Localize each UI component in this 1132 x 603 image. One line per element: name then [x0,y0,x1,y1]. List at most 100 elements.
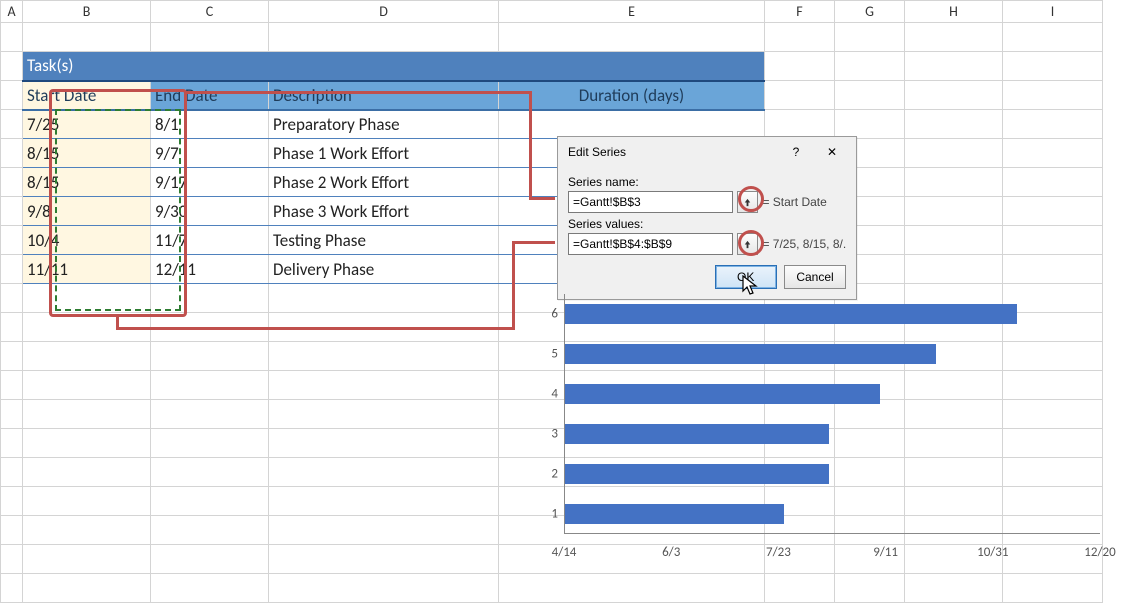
table-row[interactable]: Start DateEnd DateDescriptionDuration (d… [1,81,1103,110]
cell[interactable] [23,23,151,52]
cell[interactable] [1,284,23,313]
cell[interactable] [151,487,269,516]
cell[interactable] [905,52,1003,81]
cell[interactable] [1,81,23,110]
cell[interactable] [151,23,269,52]
cell[interactable] [1,458,23,487]
cell[interactable] [1,574,23,603]
cell[interactable]: End Date [151,81,269,110]
help-button[interactable]: ? [778,141,814,163]
cell[interactable] [905,139,1003,168]
cell[interactable] [1,313,23,342]
cell[interactable] [151,284,269,313]
cell[interactable]: 9/30 [151,197,269,226]
cell[interactable] [269,342,499,371]
cell[interactable] [151,371,269,400]
column-header-row[interactable]: A B C D E F G H I [1,1,1103,23]
cell[interactable]: 11/7 [151,226,269,255]
col-I[interactable]: I [1003,1,1103,23]
table-row[interactable]: Task(s) [1,52,1103,81]
cell[interactable]: 10/4 [23,226,151,255]
cell[interactable] [1003,168,1103,197]
col-C[interactable]: C [151,1,269,23]
cell[interactable]: 9/8 [23,197,151,226]
cell[interactable]: 9/17 [151,168,269,197]
cell[interactable] [905,574,1003,603]
col-A[interactable]: A [1,1,23,23]
table-row[interactable]: 8/159/17Phase 2 Work Effort [1,168,1103,197]
table-row[interactable]: 7/258/1Preparatory Phase [1,110,1103,139]
cell[interactable]: Delivery Phase [269,255,499,284]
cell[interactable] [269,400,499,429]
cell[interactable]: 8/15 [23,168,151,197]
cell[interactable] [1,139,23,168]
cell[interactable] [1003,139,1103,168]
table-row[interactable] [1,23,1103,52]
cell[interactable] [23,574,151,603]
cell[interactable] [269,313,499,342]
cell[interactable]: 12/11 [151,255,269,284]
cell[interactable] [269,284,499,313]
cell[interactable] [905,168,1003,197]
cell[interactable] [835,81,905,110]
cell[interactable] [1,545,23,574]
cell[interactable] [1003,52,1103,81]
table-row[interactable]: 8/159/7Phase 1 Work Effort [1,139,1103,168]
cell[interactable] [1,110,23,139]
cell[interactable] [1,197,23,226]
cell[interactable] [905,23,1003,52]
cell[interactable] [1,23,23,52]
cell[interactable]: 11/11 [23,255,151,284]
table-row[interactable] [1,574,1103,603]
cell[interactable] [1,168,23,197]
col-F[interactable]: F [765,1,835,23]
cell[interactable] [151,342,269,371]
col-G[interactable]: G [835,1,905,23]
cell[interactable] [765,574,835,603]
cell[interactable] [905,81,1003,110]
cell[interactable] [269,487,499,516]
cell[interactable]: 7/25 [23,110,151,139]
cell[interactable] [1003,81,1103,110]
dialog-titlebar[interactable]: Edit Series ? ✕ [558,137,856,167]
cell[interactable]: Phase 3 Work Effort [269,197,499,226]
cell[interactable] [1,342,23,371]
col-B[interactable]: B [23,1,151,23]
cell[interactable] [23,400,151,429]
cell[interactable] [23,487,151,516]
cell[interactable] [269,574,499,603]
cell[interactable] [1,226,23,255]
cell[interactable] [835,574,905,603]
cell[interactable] [905,255,1003,284]
cell[interactable] [23,342,151,371]
cell[interactable] [151,545,269,574]
cell[interactable] [269,458,499,487]
collapse-selector-button[interactable] [737,233,758,255]
cell[interactable] [269,516,499,545]
cell[interactable] [23,545,151,574]
cell[interactable] [1003,255,1103,284]
series-values-input[interactable] [568,233,733,255]
cell[interactable] [151,516,269,545]
edit-series-dialog[interactable]: Edit Series ? ✕ Series name: = Start Dat… [557,136,857,300]
cell[interactable]: Phase 1 Work Effort [269,139,499,168]
cell[interactable] [1,487,23,516]
cell[interactable] [765,81,835,110]
cell[interactable] [23,371,151,400]
cell[interactable] [151,458,269,487]
cell[interactable] [1,255,23,284]
cell[interactable] [1003,110,1103,139]
cell[interactable] [1,52,23,81]
cell[interactable] [835,23,905,52]
cell[interactable] [23,313,151,342]
cell[interactable] [499,574,765,603]
cell[interactable] [1,371,23,400]
cell[interactable] [765,52,835,81]
cell[interactable] [835,110,905,139]
cell[interactable]: Phase 2 Work Effort [269,168,499,197]
cell[interactable] [905,110,1003,139]
cell[interactable] [499,23,765,52]
cell[interactable] [1003,197,1103,226]
col-D[interactable]: D [269,1,499,23]
collapse-selector-button[interactable] [737,191,758,213]
